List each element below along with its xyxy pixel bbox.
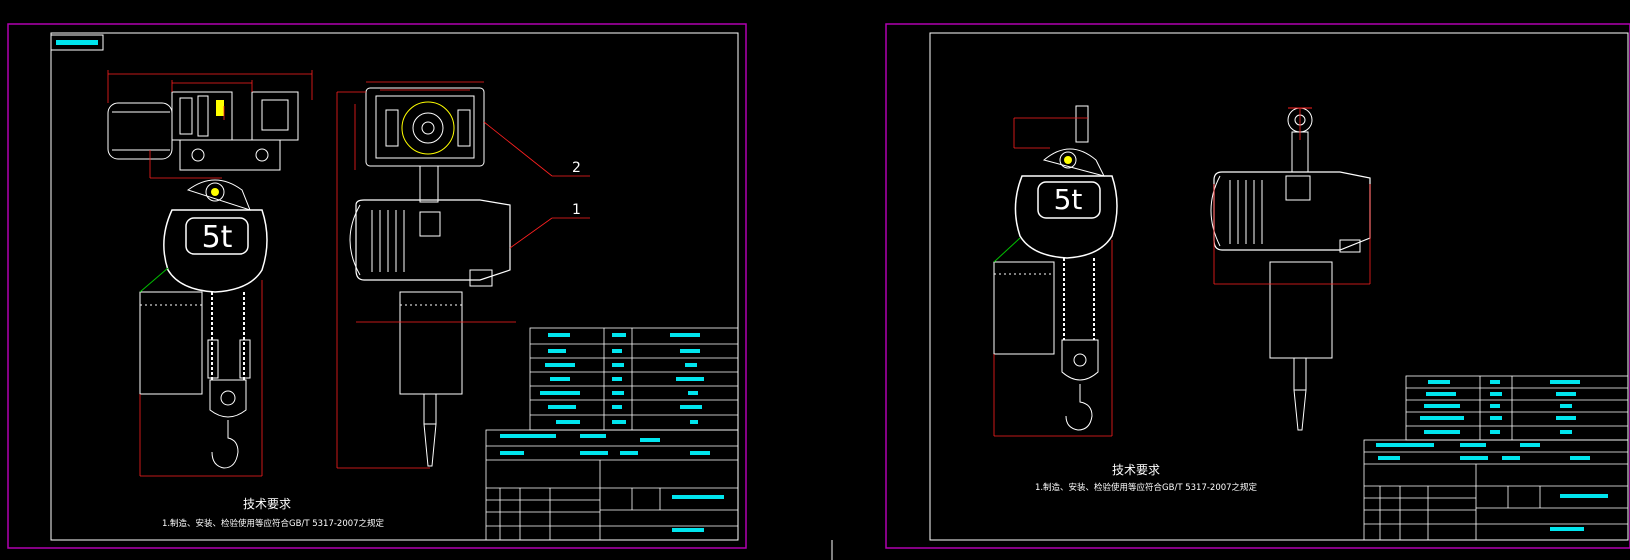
sheet-2-capacity-label: 5t: [1054, 183, 1083, 216]
sheet-1-callout-1: 1: [572, 202, 581, 218]
sheet-1-callout-2: 2: [572, 160, 581, 176]
cad-drawing-canvas: 5t 2 1 技术要求 1.制造、安装、检验使用等应符合GB/T 5317-20…: [0, 0, 1630, 560]
sheet-1-capacity-label: 5t: [202, 220, 233, 255]
sheet-1-tech-note: 1.制造、安装、检验使用等应符合GB/T 5317-2007之规定: [162, 518, 385, 529]
sheet-1-tech-title: 技术要求: [243, 497, 291, 511]
sheet-2-tech-title: 技术要求: [1112, 463, 1160, 477]
sheet-2-tech-note: 1.制造、安装、检验使用等应符合GB/T 5317-2007之规定: [1035, 482, 1258, 493]
